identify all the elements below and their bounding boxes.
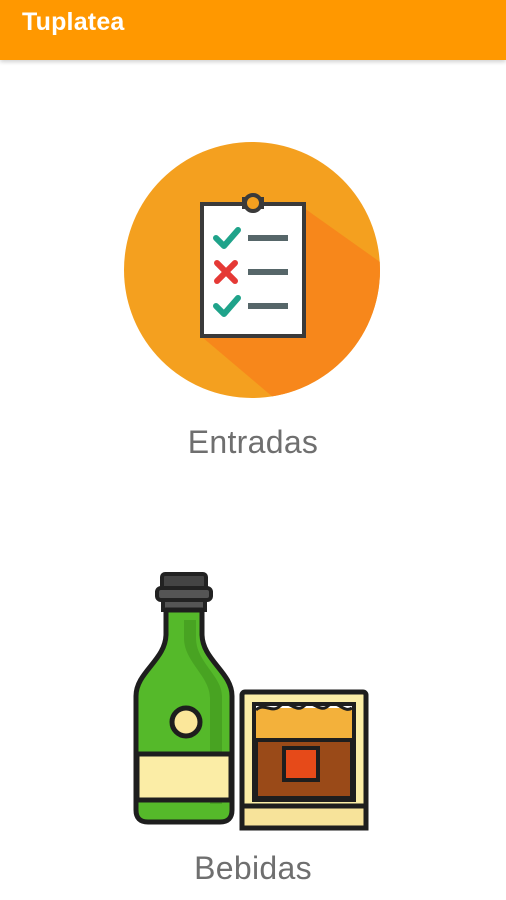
app-title: Tuplatea [22,8,125,36]
menu-item-bebidas[interactable]: Bebidas [0,560,506,895]
bebidas-label: Bebidas [194,850,312,886]
entradas-label: Entradas [187,424,319,460]
app-bar: Tuplatea [0,0,506,60]
checklist-clipboard-icon [124,142,380,398]
menu-item-entradas[interactable]: Entradas [0,130,506,470]
bottle-and-glass-icon [133,572,369,831]
